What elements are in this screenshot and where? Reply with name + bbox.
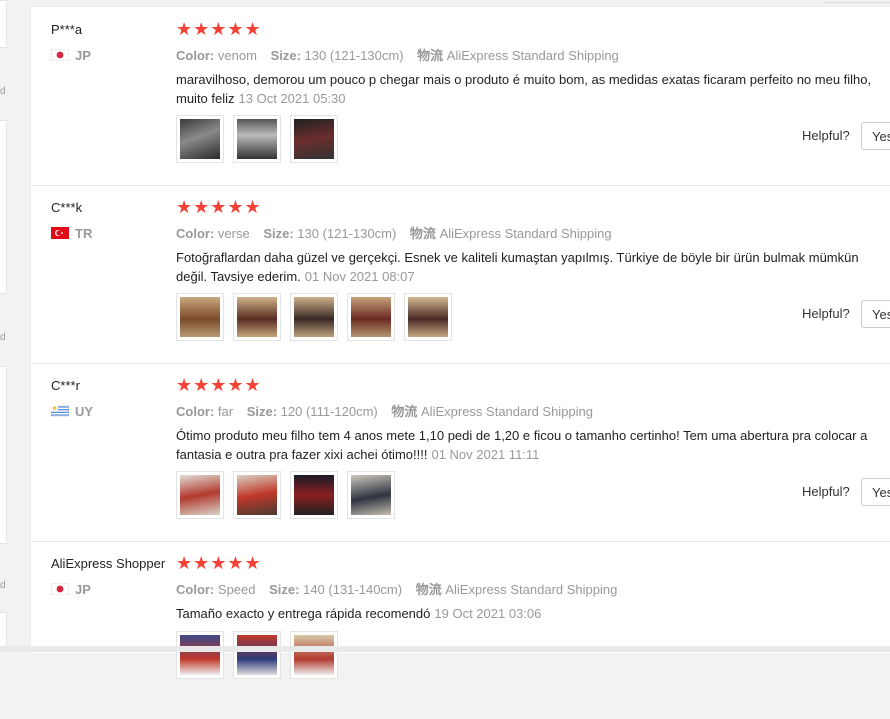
color-value: Speed — [217, 582, 256, 597]
left-card-edge — [0, 366, 7, 544]
star-rating: ★★★★★ — [176, 553, 262, 573]
helpful-yes-button[interactable]: Yes — [861, 478, 890, 506]
review-photo-thumbnail[interactable] — [404, 293, 452, 341]
review-attributes: Color: venom Size: 130 (121-130cm) 物流 Al… — [176, 45, 619, 64]
left-card-edge — [0, 120, 7, 294]
review-date: 01 Nov 2021 08:07 — [304, 269, 415, 284]
review-photos — [176, 115, 347, 163]
review-attributes: Color: Speed Size: 140 (131-140cm) 物流 Al… — [176, 579, 617, 598]
sort-dropdown-edge[interactable] — [823, 0, 890, 3]
horizontal-scrollbar[interactable] — [0, 646, 890, 652]
review-photo-thumbnail[interactable] — [233, 631, 281, 679]
review-body: Fotoğraflardan daha güzel ve gerçekçi. E… — [176, 250, 859, 284]
review-photos — [176, 471, 404, 519]
color-label: Color: — [176, 404, 215, 419]
country-code: TR — [75, 226, 93, 241]
color-value: far — [217, 404, 234, 419]
review-text: Fotoğraflardan daha güzel ve gerçekçi. E… — [176, 248, 888, 286]
review-item: AliExpress Shopper JP ★★★★★ Color: Speed… — [31, 541, 890, 719]
left-edge-char: d — [0, 580, 6, 591]
shipping-label: 物流 — [409, 226, 436, 241]
helpful-label: Helpful? — [802, 484, 850, 499]
reviewer-name: C***r — [51, 378, 80, 393]
japan-flag-icon — [51, 49, 69, 61]
reviews-panel: P***a JP ★★★★★ Color: venom Size: 130 (1… — [30, 6, 890, 679]
helpful-label: Helpful? — [802, 128, 850, 143]
color-label: Color: — [176, 582, 215, 597]
review-date: 13 Oct 2021 05:30 — [238, 91, 346, 106]
turkey-flag-icon — [51, 227, 69, 239]
review-photo-thumbnail[interactable] — [290, 115, 338, 163]
shipping-value: AliExpress Standard Shipping — [439, 226, 612, 241]
uruguay-flag-icon — [51, 405, 69, 417]
review-photo-thumbnail[interactable] — [233, 471, 281, 519]
reviewer-name: P***a — [51, 22, 83, 37]
review-photo-thumbnail[interactable] — [233, 293, 281, 341]
review-attributes: Color: far Size: 120 (111-120cm) 物流 AliE… — [176, 401, 593, 420]
review-text: maravilhoso, demorou um pouco p chegar m… — [176, 70, 888, 108]
size-value: 120 (111-120cm) — [280, 404, 378, 419]
shipping-value: AliExpress Standard Shipping — [421, 404, 594, 419]
left-card-edge — [0, 612, 7, 648]
review-date: 01 Nov 2021 11:11 — [431, 447, 540, 462]
shipping-value: AliExpress Standard Shipping — [446, 48, 619, 63]
review-photo-thumbnail[interactable] — [290, 631, 338, 679]
size-label: Size: — [246, 404, 278, 419]
review-photos — [176, 631, 347, 679]
review-item: P***a JP ★★★★★ Color: venom Size: 130 (1… — [31, 7, 890, 186]
shipping-label: 物流 — [417, 48, 444, 63]
left-edge-char: d — [0, 86, 6, 97]
review-body: Tamaño exacto y entrega rápida recomendó — [176, 606, 431, 621]
shipping-label: 物流 — [391, 404, 418, 419]
color-label: Color: — [176, 226, 215, 241]
review-item: C***r UY ★★★★★ Color: far Size: 120 (111… — [31, 363, 890, 542]
shipping-value: AliExpress Standard Shipping — [445, 582, 618, 597]
review-photos — [176, 293, 461, 341]
helpful-label: Helpful? — [802, 306, 850, 321]
review-photo-thumbnail[interactable] — [176, 471, 224, 519]
left-edge-char: d — [0, 332, 6, 343]
review-text: Ótimo produto meu filho tem 4 anos mete … — [176, 426, 888, 464]
country-code: JP — [75, 48, 91, 63]
size-value: 140 (131-140cm) — [303, 582, 403, 597]
review-item: C***k TR ★★★★★ Color: verse Size: 130 (1… — [31, 185, 890, 364]
left-page-edge: d d d — [0, 0, 14, 652]
review-photo-thumbnail[interactable] — [176, 115, 224, 163]
review-text: Tamaño exacto y entrega rápida recomendó… — [176, 604, 888, 623]
shipping-label: 物流 — [415, 582, 442, 597]
review-photo-thumbnail[interactable] — [347, 471, 395, 519]
color-value: venom — [217, 48, 257, 63]
color-label: Color: — [176, 48, 215, 63]
review-photo-thumbnail[interactable] — [290, 293, 338, 341]
star-rating: ★★★★★ — [176, 19, 262, 39]
review-photo-thumbnail[interactable] — [233, 115, 281, 163]
reviewer-name: AliExpress Shopper — [51, 556, 166, 571]
size-value: 130 (121-130cm) — [304, 48, 404, 63]
helpful-yes-button[interactable]: Yes — [861, 122, 890, 150]
review-photo-thumbnail[interactable] — [176, 293, 224, 341]
star-rating: ★★★★★ — [176, 375, 262, 395]
star-rating: ★★★★★ — [176, 197, 262, 217]
japan-flag-icon — [51, 583, 69, 595]
review-photo-thumbnail[interactable] — [290, 471, 338, 519]
review-photo-thumbnail[interactable] — [347, 293, 395, 341]
review-attributes: Color: verse Size: 130 (121-130cm) 物流 Al… — [176, 223, 612, 242]
left-card-edge — [0, 0, 7, 48]
reviewer-name: C***k — [51, 200, 83, 215]
review-date: 19 Oct 2021 03:06 — [434, 606, 542, 621]
size-label: Size: — [263, 226, 294, 241]
review-photo-thumbnail[interactable] — [176, 631, 224, 679]
color-value: verse — [217, 226, 250, 241]
helpful-yes-button[interactable]: Yes — [861, 300, 890, 328]
size-label: Size: — [269, 582, 300, 597]
country-code: UY — [75, 404, 94, 419]
country-code: JP — [75, 582, 91, 597]
size-label: Size: — [270, 48, 301, 63]
size-value: 130 (121-130cm) — [297, 226, 397, 241]
